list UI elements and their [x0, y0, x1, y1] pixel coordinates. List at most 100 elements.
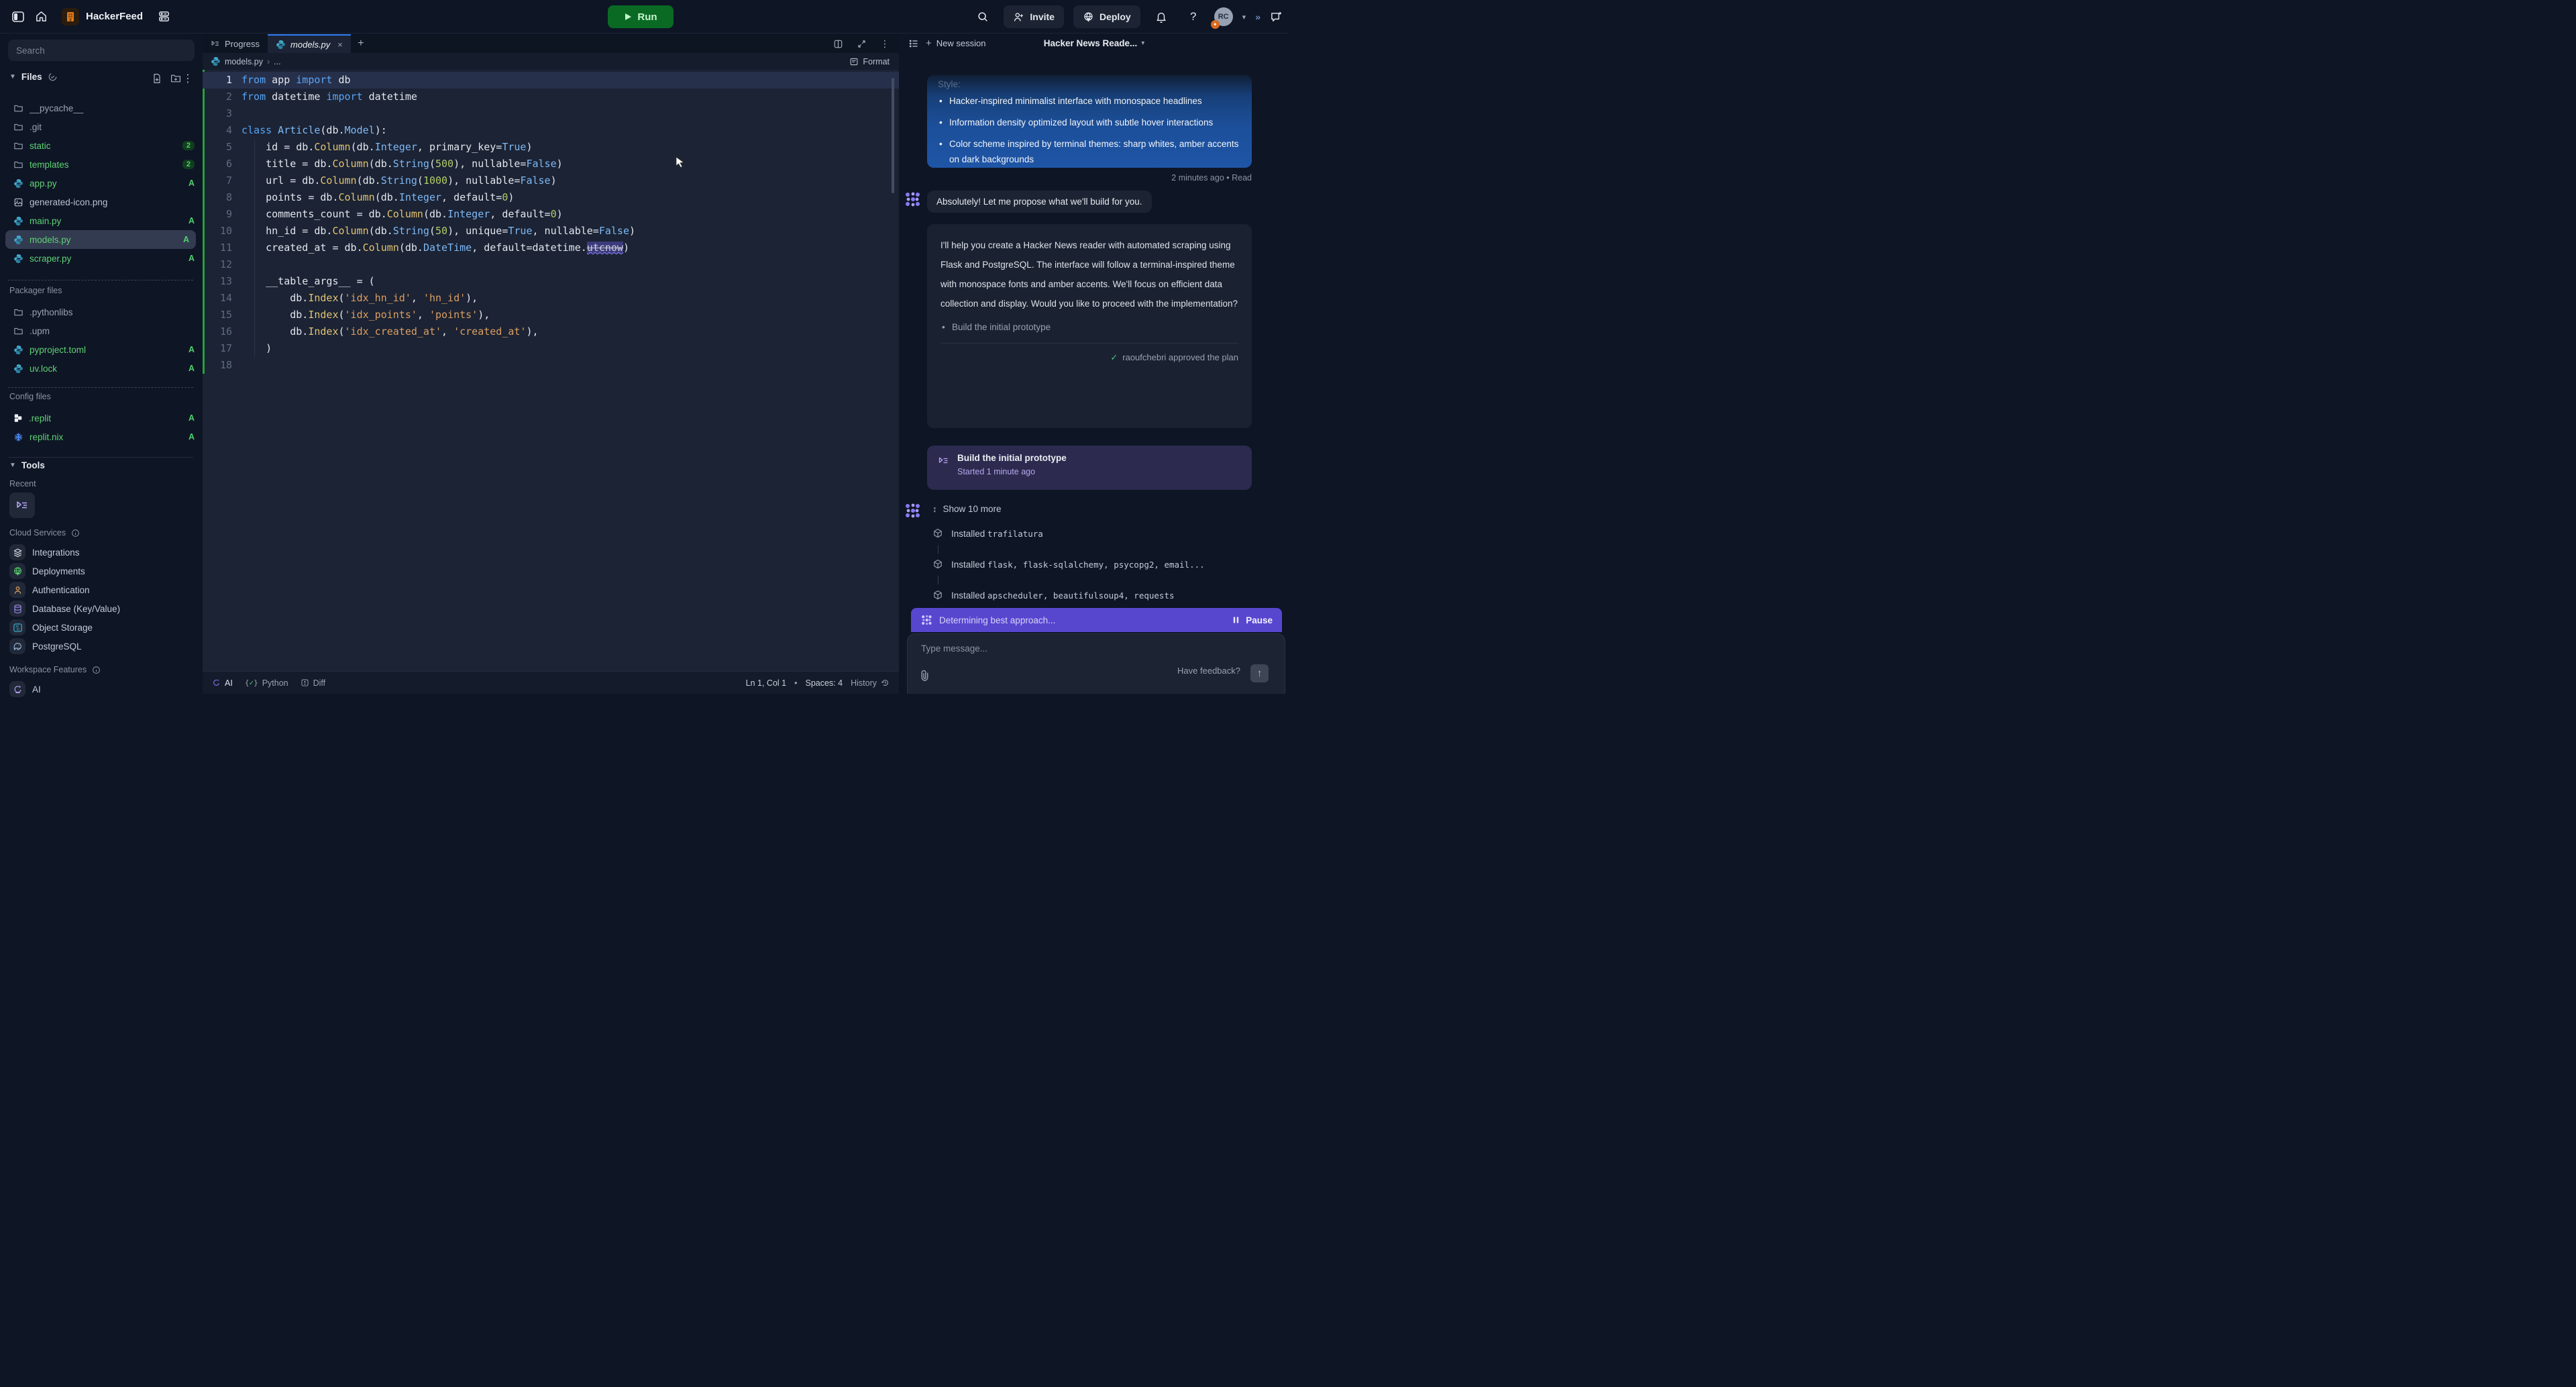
files-section-header[interactable]: ▼ Files [9, 72, 58, 82]
deploy-button[interactable]: Deploy [1073, 5, 1140, 28]
editor-scrollbar[interactable] [892, 78, 894, 193]
code-line-7[interactable]: 7 url = db.Column(db.String(1000), nulla… [203, 172, 899, 189]
breadcrumb-file[interactable]: models.py [225, 57, 263, 66]
close-tab-icon[interactable]: × [337, 40, 343, 50]
sidebar-item-ai[interactable]: AI [3, 680, 48, 699]
file-item--upm[interactable]: .upm [0, 321, 201, 340]
expand-icon[interactable] [857, 39, 867, 49]
code-line-9[interactable]: 9 comments_count = db.Column(db.Integer,… [203, 206, 899, 223]
code-line-12[interactable]: 12 [203, 256, 899, 273]
file-item-generated-icon-png[interactable]: generated-icon.png [0, 193, 201, 211]
code-line-3[interactable]: 3 [203, 105, 899, 122]
file-item--replit[interactable]: .replitA [0, 409, 201, 427]
send-button[interactable]: ↑ [1250, 664, 1269, 682]
sidebar-item-authentication[interactable]: Authentication [3, 580, 201, 599]
code-line-16[interactable]: 16 db.Index('idx_created_at', 'created_a… [203, 323, 899, 340]
recent-tool-shell[interactable] [9, 493, 35, 518]
session-title-dropdown[interactable]: Hacker News Reade... ▾ [1044, 38, 1145, 48]
sidebar-item-object-storage[interactable]: 1001Object Storage [3, 618, 201, 637]
new-chat-icon[interactable] [1270, 11, 1283, 23]
search-input[interactable]: Search [8, 40, 195, 61]
message-input[interactable]: Type message... Have feedback? ↑ [907, 633, 1285, 694]
show-more-button[interactable]: ↕ Show 10 more [932, 504, 1002, 514]
installed-text: Installed flask, flask-sqlalchemy, psyco… [951, 560, 1205, 570]
new-file-button[interactable] [152, 73, 162, 84]
file-item-app-py[interactable]: app.pyA [0, 174, 201, 193]
invite-button[interactable]: Invite [1004, 5, 1064, 28]
code-line-8[interactable]: 8 points = db.Column(db.Integer, default… [203, 189, 899, 206]
code-line-11[interactable]: 11 created_at = db.Column(db.DateTime, d… [203, 240, 899, 256]
tools-section-header[interactable]: ▼Tools [9, 460, 45, 470]
search-icon[interactable] [971, 5, 994, 28]
sidebar-item-postgresql[interactable]: PostgreSQL [3, 637, 201, 656]
file-item-replit-nix[interactable]: replit.nixA [0, 427, 201, 446]
tab-models-py[interactable]: models.py × [268, 34, 351, 53]
collapse-panel-icon[interactable]: » [1255, 11, 1260, 22]
file-item--git[interactable]: .git [0, 117, 201, 136]
line-content: db.Index('idx_hn_id', 'hn_id'), [232, 290, 478, 307]
code-line-17[interactable]: 17 ) [203, 340, 899, 357]
avatar[interactable]: RC ✦ [1214, 7, 1233, 26]
editor-menu-kebab[interactable]: ⋮ [880, 38, 890, 50]
session-list-icon[interactable] [908, 38, 919, 49]
code-line-18[interactable]: 18 [203, 357, 899, 374]
code-line-13[interactable]: 13 __table_args__ = ( [203, 273, 899, 290]
split-editor-icon[interactable] [833, 39, 843, 49]
app-icon[interactable] [62, 8, 79, 25]
file-item-templates[interactable]: templates2 [0, 155, 201, 174]
file-item-main-py[interactable]: main.pyA [0, 211, 201, 230]
run-button[interactable]: Run [608, 5, 674, 28]
notifications-bell-icon[interactable] [1150, 5, 1173, 28]
code-line-10[interactable]: 10 hn_id = db.Column(db.String(50), uniq… [203, 223, 899, 240]
file-item--pythonlibs[interactable]: .pythonlibs [0, 303, 201, 321]
feedback-link[interactable]: Have feedback? [1177, 666, 1240, 676]
attach-file-icon[interactable] [920, 670, 930, 681]
format-button[interactable]: Format [849, 57, 890, 66]
new-session-button[interactable]: + New session [926, 38, 985, 49]
new-folder-button[interactable] [170, 73, 181, 84]
task-card[interactable]: Build the initial prototype Started 1 mi… [927, 446, 1252, 490]
file-item-scraper-py[interactable]: scraper.pyA [0, 249, 201, 268]
status-language[interactable]: {✓} Python [245, 678, 288, 688]
plan-style-card[interactable]: Style: Hacker-inspired minimalist interf… [927, 75, 1252, 168]
agent-working-status-bar[interactable]: Determining best approach... Pause [911, 608, 1282, 632]
code-line-15[interactable]: 15 db.Index('idx_points', 'points'), [203, 307, 899, 323]
code-line-1[interactable]: 1from app import db [203, 72, 899, 89]
sidebar-item-integrations[interactable]: Integrations [3, 543, 201, 562]
file-name: scraper.py [30, 254, 182, 264]
cursor-position[interactable]: Ln 1, Col 1 [746, 678, 786, 688]
files-menu-kebab[interactable]: ⋮ [182, 72, 193, 85]
file-item-models-py[interactable]: models.pyA [5, 230, 196, 249]
status-ai[interactable]: AI [212, 678, 233, 688]
folder-icon [13, 122, 23, 132]
layers-icon [9, 544, 25, 560]
sidebar-toggle-icon[interactable] [7, 5, 30, 28]
history-button[interactable]: History [851, 678, 890, 688]
python-icon [13, 345, 23, 355]
code-line-14[interactable]: 14 db.Index('idx_hn_id', 'hn_id'), [203, 290, 899, 307]
pause-button[interactable]: Pause [1232, 615, 1273, 625]
editor-pane: Progress models.py × + ⋮ models.py › ...… [203, 34, 899, 694]
home-button[interactable] [30, 5, 52, 28]
code-area[interactable]: 1from app import db2from datetime import… [203, 70, 899, 671]
file-item-uv-lock[interactable]: uv.lockA [0, 359, 201, 378]
sidebar-item-deployments[interactable]: Deployments [3, 562, 201, 580]
help-icon[interactable]: ? [1182, 5, 1205, 28]
breadcrumb-more[interactable]: ... [274, 57, 280, 66]
new-tab-button[interactable]: + [351, 34, 371, 53]
status-diff[interactable]: Diff [301, 678, 326, 688]
account-chevron-icon[interactable]: ▾ [1242, 13, 1246, 21]
code-line-4[interactable]: 4class Article(db.Model): [203, 122, 899, 139]
code-line-6[interactable]: 6 title = db.Column(db.String(500), null… [203, 156, 899, 172]
indent-setting[interactable]: Spaces: 4 [806, 678, 843, 688]
file-item-pyproject-toml[interactable]: pyproject.tomlA [0, 340, 201, 359]
plan-bullet: Information density optimized layout wit… [938, 115, 1241, 130]
server-status-icon[interactable] [152, 5, 175, 28]
tab-progress[interactable]: Progress [203, 34, 268, 53]
code-line-2[interactable]: 2from datetime import datetime [203, 89, 899, 105]
code-line-5[interactable]: 5 id = db.Column(db.Integer, primary_key… [203, 139, 899, 156]
file-item--pycache-[interactable]: __pycache__ [0, 99, 201, 117]
sidebar-item-database-key-value-[interactable]: Database (Key/Value) [3, 599, 201, 618]
message-meta[interactable]: 2 minutes ago • Read [1171, 173, 1252, 183]
file-item-static[interactable]: static2 [0, 136, 201, 155]
